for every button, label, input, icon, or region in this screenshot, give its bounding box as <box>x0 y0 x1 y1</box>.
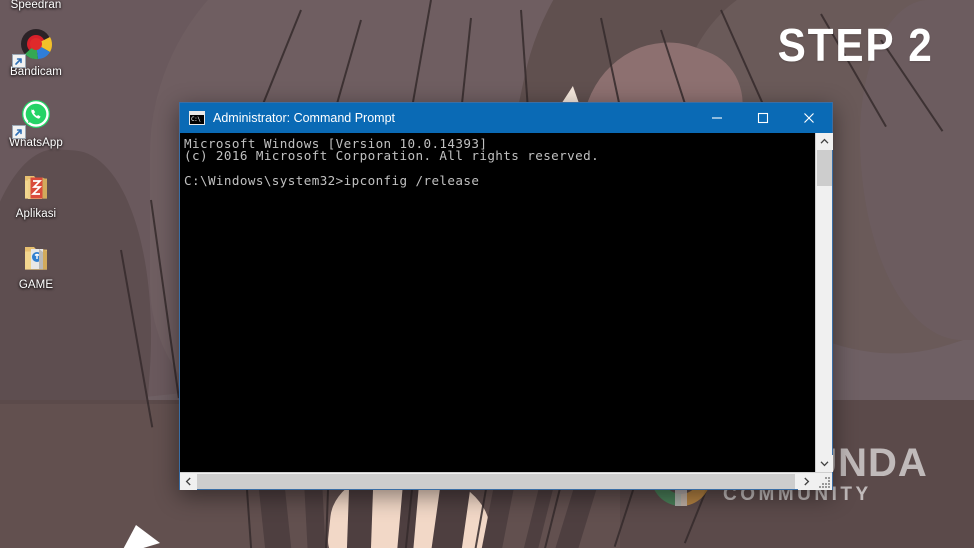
desktop-icon-label: GAME <box>18 279 54 291</box>
grip-dot <box>822 486 824 488</box>
desktop-icon-game[interactable]: GAME <box>0 237 72 292</box>
desktop-icon-label: Aplikasi <box>15 208 57 220</box>
window-body: Microsoft Windows [Version 10.0.14393] (c… <box>180 133 833 472</box>
minimize-button[interactable] <box>694 103 740 133</box>
maximize-button[interactable] <box>740 103 786 133</box>
vertical-scroll-thumb[interactable] <box>817 150 832 186</box>
vertical-scroll-track[interactable] <box>816 150 832 455</box>
horizontal-scrollbar[interactable] <box>180 472 832 490</box>
folder-icon <box>0 237 72 279</box>
grip-dot <box>828 480 830 482</box>
window-title: Administrator: Command Prompt <box>213 111 396 125</box>
bandicam-icon <box>0 24 72 68</box>
desktop-icon-speedran[interactable]: Speedran <box>0 0 72 14</box>
shortcut-arrow-icon <box>12 54 26 68</box>
scroll-left-arrow-icon <box>185 477 191 486</box>
grip-dot <box>825 483 827 485</box>
desktop-icon-aplikasi[interactable]: Aplikasi <box>0 166 72 221</box>
minimize-icon <box>712 117 722 119</box>
desktop-icon-list: Speedran Bandicam WhatsApp Aplikasi GAME <box>0 0 72 308</box>
folder-icon <box>0 166 72 208</box>
command-prompt-icon: C:\ <box>189 111 205 125</box>
scroll-down-arrow-icon <box>820 461 829 467</box>
desktop-icon-bandicam[interactable]: Bandicam <box>0 24 72 79</box>
grip-dot <box>828 483 830 485</box>
command-prompt-window[interactable]: C:\ Administrator: Command Prompt Micros… <box>179 102 833 490</box>
console-line: (c) 2016 Microsoft Corporation. All righ… <box>184 148 600 164</box>
resize-grip-icon[interactable] <box>815 473 832 490</box>
shortcut-arrow-icon <box>12 125 26 139</box>
whatsapp-icon <box>0 95 72 139</box>
grip-dot <box>819 486 821 488</box>
scroll-down-button[interactable] <box>816 455 833 472</box>
horizontal-scroll-track[interactable] <box>197 473 798 489</box>
console-line: C:\Windows\system32>ipconfig /release <box>184 172 480 188</box>
scroll-up-arrow-icon <box>820 138 829 144</box>
close-button[interactable] <box>786 103 832 133</box>
grip-dot <box>822 483 824 485</box>
scroll-left-button[interactable] <box>180 473 197 490</box>
console-output[interactable]: Microsoft Windows [Version 10.0.14393] (c… <box>180 133 815 472</box>
scroll-up-button[interactable] <box>816 133 833 150</box>
desktop-icon-label: WhatsApp <box>9 137 63 149</box>
grip-dot <box>825 486 827 488</box>
window-titlebar[interactable]: C:\ Administrator: Command Prompt <box>180 103 832 133</box>
vertical-scrollbar[interactable] <box>815 133 833 472</box>
close-icon <box>804 113 814 123</box>
desktop-icon-whatsapp[interactable]: WhatsApp <box>0 95 72 150</box>
scroll-right-arrow-icon <box>804 477 810 486</box>
maximize-icon <box>757 112 769 124</box>
grip-dot <box>828 477 830 479</box>
grip-dot <box>825 477 827 479</box>
desktop-icon-label: Speedran <box>10 0 62 11</box>
step-label: STEP 2 <box>777 19 934 71</box>
scroll-right-button[interactable] <box>798 473 815 490</box>
desktop-icon-label: Bandicam <box>10 66 62 78</box>
command-prompt-icon-text: C:\ <box>191 116 201 123</box>
horizontal-scroll-thumb[interactable] <box>197 474 795 489</box>
grip-dot <box>828 486 830 488</box>
